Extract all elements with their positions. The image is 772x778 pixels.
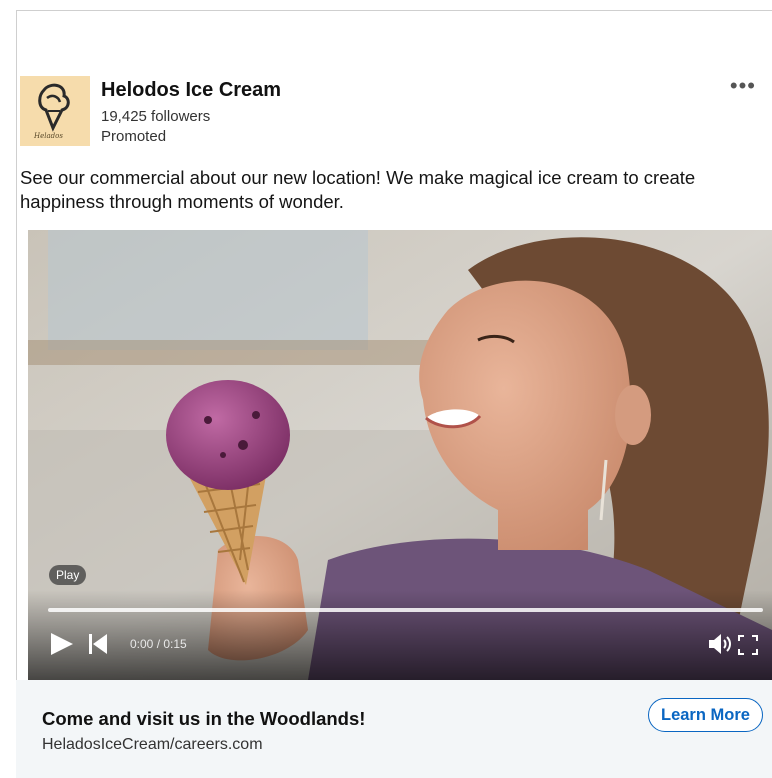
promoted-label: Promoted xyxy=(101,128,167,145)
play-tooltip: Play xyxy=(49,565,87,585)
volume-icon[interactable] xyxy=(708,633,734,655)
company-name[interactable]: Helodos Ice Cream xyxy=(101,79,281,102)
logo-wordmark: Helados xyxy=(34,132,63,140)
company-logo[interactable]: Helados xyxy=(20,76,90,146)
post-header: Helados Helodos Ice Cream 19,425 followe… xyxy=(20,73,755,156)
skip-back-icon[interactable] xyxy=(88,632,108,656)
video-time: 0:00 / 0:15 xyxy=(130,637,187,651)
follower-count: 19,425 followers xyxy=(101,108,211,125)
learn-more-button[interactable]: Learn More xyxy=(648,698,763,732)
controls-overlay xyxy=(28,590,772,680)
fullscreen-icon[interactable] xyxy=(738,635,758,655)
play-icon[interactable] xyxy=(49,632,75,656)
ad-footer[interactable]: Come and visit us in the Woodlands! Hela… xyxy=(16,680,772,778)
ad-url: HeladosIceCream/careers.com xyxy=(42,736,263,753)
post-caption: See our commercial about our new locatio… xyxy=(20,167,696,212)
more-options-icon[interactable]: ••• xyxy=(730,73,756,99)
ad-headline[interactable]: Come and visit us in the Woodlands! xyxy=(42,708,365,730)
progress-bar[interactable] xyxy=(48,608,763,612)
video-player[interactable]: Play 0:00 / 0:15 xyxy=(28,230,772,680)
